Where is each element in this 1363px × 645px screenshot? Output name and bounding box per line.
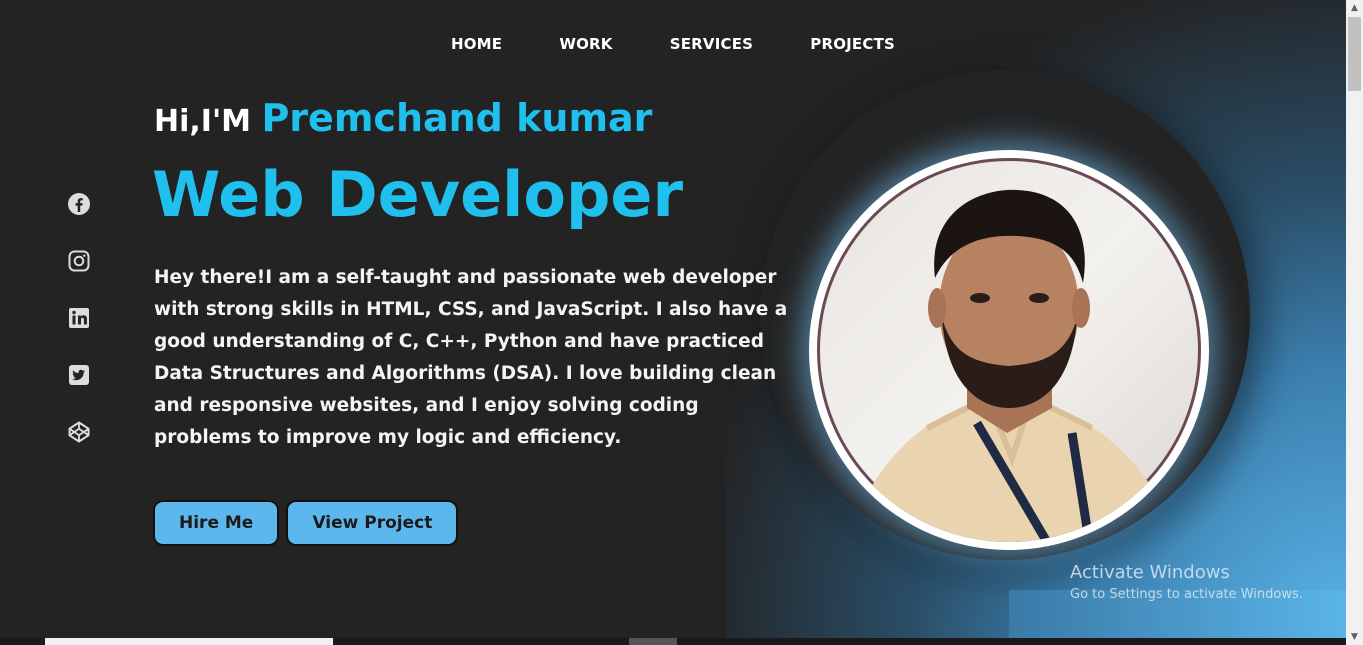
profile-photo-frame	[809, 150, 1209, 550]
windows-activation-watermark: Activate Windows Go to Settings to activ…	[1070, 562, 1303, 602]
developer-name: Premchand kumar	[261, 96, 653, 140]
profile-photo	[817, 158, 1201, 542]
profile-photo-illustration	[847, 189, 1177, 542]
codepen-icon[interactable]	[67, 420, 91, 444]
bottom-strip-segment	[45, 638, 333, 645]
nav-work[interactable]: WORK	[559, 35, 612, 53]
scroll-thumb[interactable]	[1348, 17, 1361, 91]
nav-projects[interactable]: PROJECTS	[810, 35, 895, 53]
nav-services[interactable]: SERVICES	[670, 35, 753, 53]
twitter-icon[interactable]	[67, 363, 91, 387]
role-title: Web Developer	[152, 158, 684, 231]
watermark-subtitle: Go to Settings to activate Windows.	[1070, 587, 1303, 602]
watermark-title: Activate Windows	[1070, 562, 1230, 583]
bottom-strip-segment	[629, 638, 677, 645]
vertical-scrollbar[interactable]: ▲ ▼	[1346, 0, 1363, 645]
linkedin-icon[interactable]	[67, 306, 91, 330]
intro-heading: Hi,I'M Premchand kumar	[154, 96, 652, 140]
social-links	[67, 192, 91, 477]
hero-description: Hey there!I am a self-taught and passion…	[154, 267, 788, 448]
top-nav: HOME WORK SERVICES PROJECTS	[0, 34, 1346, 53]
nav-home[interactable]: HOME	[451, 35, 502, 53]
bottom-strip	[0, 638, 1346, 645]
hire-me-button[interactable]: Hire Me	[153, 500, 280, 546]
instagram-icon[interactable]	[67, 249, 91, 273]
greeting: Hi,I'M Premchand kumar	[154, 96, 652, 140]
hero-buttons: Hire Me View Project	[153, 500, 460, 546]
facebook-icon[interactable]	[67, 192, 91, 216]
scroll-down-arrow-icon[interactable]: ▼	[1346, 629, 1363, 645]
view-project-button[interactable]: View Project	[286, 500, 459, 546]
greeting-text: Hi,I'M	[154, 104, 251, 139]
scroll-up-arrow-icon[interactable]: ▲	[1346, 0, 1363, 16]
